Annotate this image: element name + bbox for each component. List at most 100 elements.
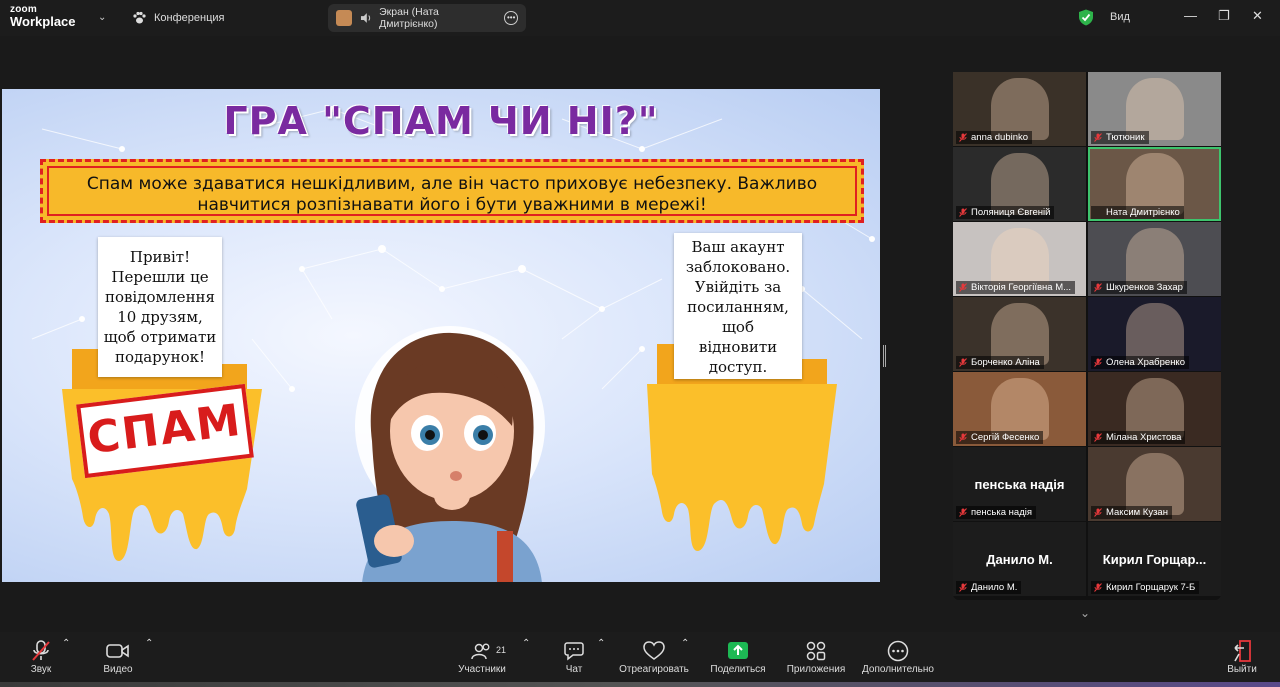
spam-message-note-left: Привіт! Перешли це повідомлення 10 друзя… xyxy=(98,237,222,377)
minimize-icon[interactable]: — xyxy=(1184,8,1197,23)
participant-tile[interactable]: Борченко Аліна xyxy=(953,297,1086,371)
participant-name: Шкуренков Захар xyxy=(1091,281,1187,294)
participant-tile[interactable]: Ната Дмитрієнко xyxy=(1088,147,1221,221)
participant-tile[interactable]: Мілана Христова xyxy=(1088,372,1221,446)
participant-name: Максим Кузан xyxy=(1091,506,1172,519)
chat-options-caret[interactable]: ⌃ xyxy=(597,638,605,649)
scroll-down-chevron-icon[interactable]: ⌄ xyxy=(1080,606,1090,620)
note-line: доступ. xyxy=(708,358,768,376)
view-label: Вид xyxy=(1110,11,1130,23)
chat-button[interactable]: Чат xyxy=(560,638,588,675)
muted-mic-icon xyxy=(1094,358,1102,367)
split-drag-handle[interactable] xyxy=(883,345,886,367)
more-icon xyxy=(887,640,909,662)
note-line: щоб отримати xyxy=(103,328,217,346)
muted-mic-icon xyxy=(1094,508,1102,517)
participant-tile[interactable]: пенська надія пенська надія xyxy=(953,447,1086,521)
note-line: Ваш акаунт xyxy=(691,238,785,256)
meeting-info-button[interactable]: Конференция xyxy=(132,11,224,25)
chat-label: Чат xyxy=(565,664,583,675)
restore-icon[interactable]: ❐ xyxy=(1218,8,1230,24)
speaker-icon xyxy=(360,13,370,23)
muted-mic-icon xyxy=(959,358,967,367)
muted-mic-icon xyxy=(959,433,967,442)
phishing-message-note-right: Ваш акаунт заблоковано. Увійдіть за поси… xyxy=(674,233,802,379)
microphone-muted-icon xyxy=(32,640,50,661)
note-line: Увійдіть за xyxy=(694,278,782,296)
chevron-down-icon[interactable]: ⌄ xyxy=(98,12,106,23)
note-line: посиланням, xyxy=(687,298,789,316)
banner-text: Спам може здаватися нешкідливим, але він… xyxy=(43,174,861,216)
video-button[interactable]: Видео xyxy=(100,638,136,675)
note-line: 10 друзям, xyxy=(117,308,203,326)
participant-tile[interactable]: Вікторія Георгіївна М... xyxy=(953,222,1086,296)
participant-tile[interactable]: Поляниця Євгеній xyxy=(953,147,1086,221)
video-camera-icon xyxy=(106,644,129,658)
security-shield-icon[interactable] xyxy=(1078,9,1094,26)
participant-tile[interactable]: Данило М. Данило М. xyxy=(953,522,1086,596)
video-options-caret[interactable]: ⌃ xyxy=(145,638,153,649)
zoom-logo[interactable]: zoom Workplace xyxy=(10,5,90,29)
participants-options-caret[interactable]: ⌃ xyxy=(522,638,530,649)
screen-share-indicator[interactable]: Экран (Ната Дмитрієнко) ••• xyxy=(328,4,526,32)
apps-button[interactable]: Приложения xyxy=(784,638,848,675)
participants-button[interactable]: Участники xyxy=(454,638,510,675)
participant-name: Сергій Фесенко xyxy=(956,431,1044,444)
participant-tile[interactable]: anna dubinko xyxy=(953,72,1086,146)
react-options-caret[interactable]: ⌃ xyxy=(681,638,689,649)
slide-title: ГРА "СПАМ ЧИ НІ?" xyxy=(223,99,659,143)
react-label: Отреагировать xyxy=(619,664,689,675)
participant-display-name: Кирил Горщар... xyxy=(1102,552,1207,567)
muted-mic-icon xyxy=(1094,433,1102,442)
participant-name: Мілана Христова xyxy=(1091,431,1186,444)
participant-tile[interactable]: Тютюник xyxy=(1088,72,1221,146)
audio-label: Звук xyxy=(30,664,52,675)
participant-tile[interactable]: Кирил Горщар... Кирил Горщарук 7-Б xyxy=(1088,522,1221,596)
close-icon[interactable]: ✕ xyxy=(1252,8,1263,24)
note-line: подарунок! xyxy=(114,348,206,366)
share-screen-icon xyxy=(728,642,748,659)
chat-icon xyxy=(564,642,584,661)
participants-icon xyxy=(471,643,490,660)
participant-name: Олена Храбренко xyxy=(1091,356,1189,369)
muted-mic-icon xyxy=(1094,283,1102,292)
banner-line-2: навчитися розпізнавати його і бути уважн… xyxy=(197,195,707,215)
participant-tile[interactable]: Сергій Фесенко xyxy=(953,372,1086,446)
participant-name: пенська надія xyxy=(956,506,1036,519)
participant-name: anna dubinko xyxy=(956,131,1033,144)
more-options-icon[interactable]: ••• xyxy=(504,11,518,25)
participant-name: Борченко Аліна xyxy=(956,356,1044,369)
more-label: Дополнительно xyxy=(862,664,934,675)
audio-options-caret[interactable]: ⌃ xyxy=(62,638,70,649)
muted-mic-icon xyxy=(959,508,967,517)
more-button[interactable]: Дополнительно xyxy=(858,638,938,675)
note-line: Привіт! xyxy=(129,248,191,266)
participant-tile[interactable]: Шкуренков Захар xyxy=(1088,222,1221,296)
participant-name: Кирил Горщарук 7-Б xyxy=(1091,581,1200,594)
info-banner: Спам може здаватися нешкідливим, але він… xyxy=(40,159,864,223)
audio-button[interactable]: Звук xyxy=(24,638,58,675)
participant-tile[interactable]: Максим Кузан xyxy=(1088,447,1221,521)
participant-name: Ната Дмитрієнко xyxy=(1091,206,1184,219)
apps-icon xyxy=(806,641,826,661)
share-pill-label: Экран (Ната Дмитрієнко) xyxy=(379,6,439,30)
apps-label: Приложения xyxy=(786,664,846,675)
girl-illustration xyxy=(355,326,545,582)
leave-button[interactable]: Выйти xyxy=(1222,638,1262,675)
heart-icon xyxy=(643,641,665,660)
taskbar-strip xyxy=(0,682,1280,687)
muted-mic-icon xyxy=(959,583,967,592)
participant-tile[interactable]: Олена Храбренко xyxy=(1088,297,1221,371)
leave-door-icon xyxy=(1234,640,1251,662)
muted-mic-icon xyxy=(1094,133,1102,142)
video-label: Видео xyxy=(103,664,133,675)
leave-label: Выйти xyxy=(1227,664,1257,675)
paw-icon xyxy=(133,11,146,24)
participant-name: Поляниця Євгеній xyxy=(956,206,1055,219)
react-button[interactable]: Отреагировать xyxy=(618,638,690,675)
meeting-label: Конференция xyxy=(154,12,225,24)
share-button[interactable]: Поделиться xyxy=(708,638,768,675)
view-button[interactable]: Вид xyxy=(1110,11,1130,23)
participant-name: Вікторія Георгіївна М... xyxy=(956,281,1076,294)
meeting-toolbar: Звук ⌃ Видео ⌃ Участники 21 ⌃ Чат ⌃ Отре… xyxy=(0,632,1280,687)
